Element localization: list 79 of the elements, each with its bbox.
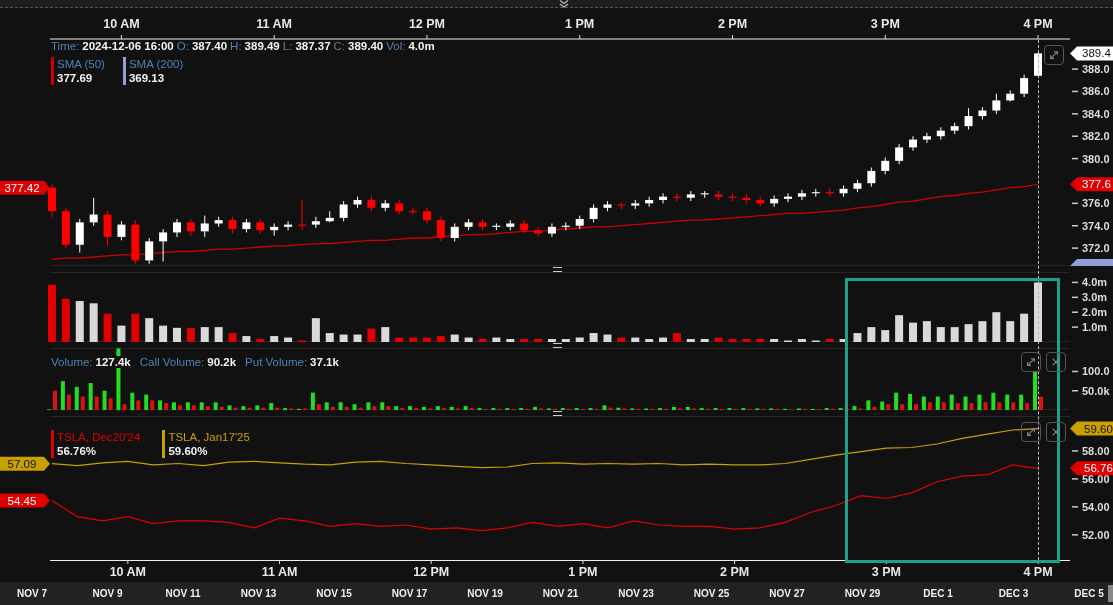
time-label: 3 PM — [871, 565, 901, 579]
time-label: 4 PM — [1023, 17, 1053, 31]
axis-label: 2.0m — [1082, 306, 1108, 319]
time-label: 1 PM — [565, 17, 595, 31]
price-tag: 377.6 — [1070, 177, 1113, 192]
time-label: 3 PM — [870, 17, 900, 31]
series-name: TSLA, Dec20'24 — [57, 430, 141, 444]
date-label: NOV 7 — [17, 588, 47, 599]
time-label: 4 PM — [1023, 565, 1053, 579]
legend-value: 37.1k — [310, 356, 339, 368]
axis-label: 54.00 — [1082, 500, 1110, 513]
time-label: 12 PM — [408, 17, 446, 31]
time-label: 2 PM — [717, 17, 748, 31]
indicator-value: 377.69 — [57, 71, 94, 85]
time-label: 12 PM — [413, 565, 450, 579]
date-label: NOV 19 — [467, 588, 503, 599]
indicator-name: SMA (50) — [57, 57, 105, 71]
time-label: 1 PM — [568, 565, 598, 579]
legend-value: 389.49 — [244, 40, 280, 52]
legend-label: Put Volume: — [245, 356, 308, 368]
legend-value: 2024-12-06 16:00 — [82, 40, 174, 52]
date-label: NOV 23 — [618, 588, 654, 599]
axis-label: 100.0 — [1082, 365, 1110, 378]
date-label: NOV 25 — [693, 588, 730, 599]
value-tag: 59.60 — [1070, 421, 1113, 436]
price-tag: 389.4 — [1070, 46, 1113, 61]
axis-label: 386.0 — [1082, 85, 1110, 98]
value-tag: 56.76 — [1070, 461, 1113, 476]
legend-label: Call Volume: — [139, 356, 205, 368]
axis-label: 52.00 — [1082, 528, 1110, 541]
legend-value: 389.40 — [348, 40, 384, 52]
axis-label: 50.0k — [1082, 384, 1110, 397]
time-label: 10 AM — [109, 565, 147, 579]
legend-label: L: — [282, 40, 293, 52]
axis-label: 380.0 — [1082, 152, 1110, 165]
date-label: NOV 21 — [542, 588, 579, 599]
series-value: 59.60% — [168, 444, 209, 458]
legend-value: 387.37 — [295, 40, 331, 52]
date-label: NOV 27 — [769, 588, 805, 599]
legend-value: 387.40 — [191, 40, 228, 52]
axis-label: 4.0m — [1082, 276, 1108, 289]
date-label: NOV 17 — [391, 588, 428, 599]
date-label: NOV 9 — [92, 588, 123, 599]
legend-label: H: — [230, 40, 242, 52]
value-tag: 57.09 — [0, 456, 50, 471]
axis-label: 374.0 — [1082, 219, 1110, 232]
legend-label: O: — [176, 40, 189, 52]
axis-label: 384.0 — [1082, 107, 1110, 120]
axis-label: 1.0m — [1082, 321, 1108, 334]
time-label: 11 AM — [261, 565, 298, 579]
date-label: NOV 11 — [165, 588, 201, 599]
time-label: 2 PM — [720, 565, 750, 579]
series-value: 56.76% — [57, 444, 97, 458]
time-label: 10 AM — [103, 17, 140, 31]
legend-label: Time: — [51, 40, 80, 52]
date-label: NOV 15 — [316, 588, 352, 599]
date-label: NOV 29 — [844, 588, 881, 599]
legend-value: 4.0m — [408, 40, 435, 52]
time-label: 11 AM — [256, 17, 293, 31]
price-tag: 377.42 — [0, 180, 50, 195]
value-tag: 54.45 — [0, 493, 50, 508]
indicator-value: 369.13 — [128, 71, 166, 85]
legend-label: Volume: — [51, 356, 93, 368]
legend-value: 127.4k — [95, 356, 131, 368]
indicator-name: SMA (200) — [128, 57, 184, 71]
axis-label: 3.0m — [1082, 291, 1108, 304]
date-label: DEC 3 — [998, 588, 1029, 599]
date-label: DEC 1 — [923, 588, 953, 599]
legend-label: Vol: — [386, 40, 406, 52]
axis-label: 382.0 — [1082, 130, 1110, 143]
legend-label: C: — [333, 40, 346, 52]
axis-label: 376.0 — [1082, 197, 1110, 210]
legend-value: 90.2k — [207, 356, 237, 368]
axis-label: 388.0 — [1082, 63, 1110, 76]
axis-label: 372.0 — [1082, 242, 1110, 255]
date-label: NOV 13 — [240, 588, 277, 599]
axis-label: 58.00 — [1082, 444, 1110, 457]
series-name: TSLA, Jan17'25 — [168, 430, 250, 444]
date-label: DEC 5 — [1074, 588, 1104, 599]
